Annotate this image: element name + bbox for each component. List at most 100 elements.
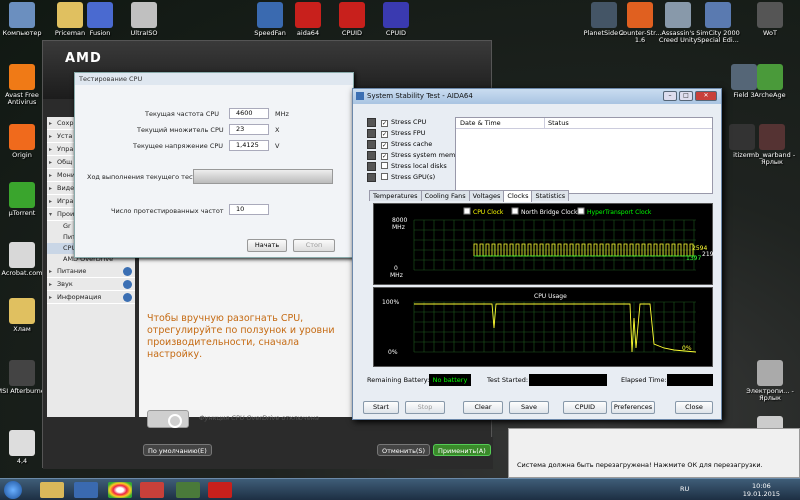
language-indicator[interactable]: RU — [680, 485, 689, 493]
aida-taskbar-icon[interactable] — [208, 482, 232, 498]
amd-taskbar-icon[interactable] — [140, 482, 164, 498]
maximize-icon[interactable]: □ — [679, 91, 693, 101]
explorer-taskbar-icon[interactable] — [40, 482, 64, 498]
stress-option[interactable]: Stress local disks — [381, 162, 447, 172]
overdrive-toggle[interactable] — [147, 410, 189, 428]
tab-cooling-fans[interactable]: Cooling Fans — [420, 190, 470, 201]
tab-statistics[interactable]: Statistics — [531, 190, 570, 201]
stress-option-label: Stress local disks — [391, 162, 447, 170]
desktop-shortcut[interactable]: mb_warband - Ярлык — [746, 124, 798, 166]
elapsed-time-value — [667, 374, 713, 386]
stress-option[interactable]: ✓ Stress CPU — [381, 118, 426, 128]
tab-voltages[interactable]: Voltages — [468, 190, 505, 201]
expand-arrow-icon: ▸ — [49, 146, 53, 153]
aida-title: System Stability Test - AIDA64 — [367, 92, 473, 100]
desktop-shortcut-icon — [665, 2, 691, 28]
clock-readout: 2195 — [702, 251, 714, 258]
desktop-shortcut-icon — [9, 2, 35, 28]
graph-tabs: Temperatures Cooling Fans Voltages Clocks St… — [369, 190, 570, 202]
checkbox[interactable]: ✓ — [381, 153, 388, 160]
sidebar-item-label: Уста — [57, 132, 73, 140]
remaining-battery-label: Remaining Battery: — [367, 376, 430, 384]
checkbox[interactable] — [381, 162, 388, 169]
legend-label: North Bridge Clock — [521, 209, 578, 216]
overclock-notice: Чтобы вручную разогнать CPU, отрегулируй… — [147, 313, 335, 360]
desktop-shortcut[interactable]: Avast Free Antivirus — [0, 64, 48, 106]
start-test-button[interactable]: Начать — [247, 239, 287, 252]
aida-cpuid-button[interactable]: CPUID — [563, 401, 607, 414]
tab-temperatures[interactable]: Temperatures — [369, 190, 422, 201]
aida-preferences-button[interactable]: Preferences — [611, 401, 655, 414]
desktop-shortcut[interactable]: Хлам — [0, 298, 48, 333]
desktop-shortcut[interactable]: WoT — [744, 2, 796, 37]
aida-save-button[interactable]: Save — [509, 401, 549, 414]
overdrive-status-text: Функция CPU OverDrive отключена — [199, 414, 319, 422]
desktop-icon-label: MSI Afterburner — [0, 387, 48, 395]
desktop-shortcut-icon — [9, 64, 35, 90]
start-button[interactable] — [4, 481, 22, 499]
media-taskbar-icon[interactable] — [74, 482, 98, 498]
desktop-shortcut[interactable]: ArcheAge — [744, 64, 796, 99]
desktop-shortcut[interactable]: Компьютер — [0, 2, 48, 37]
expand-arrow-icon: ▸ — [49, 281, 53, 288]
desktop-shortcut-icon — [131, 2, 157, 28]
chrome-taskbar-icon[interactable] — [108, 482, 132, 498]
aida-clear-button[interactable]: Clear — [463, 401, 503, 414]
sidebar-item[interactable]: ▸ Звук — [47, 278, 135, 291]
desktop-icon-label: UltraISO — [130, 29, 158, 37]
reboot-message: Система должна быть перезагружена! Нажми… — [517, 461, 763, 469]
desktop-icon-label: ArcheAge — [754, 91, 786, 99]
test-started-label: Test Started: — [487, 376, 529, 384]
sidebar-item[interactable]: ▸ Информация — [47, 291, 135, 304]
stress-option-label: Stress GPU(s) — [391, 173, 436, 181]
desktop-shortcut-icon — [757, 2, 783, 28]
checkbox[interactable]: ✓ — [381, 131, 388, 138]
desktop-shortcut[interactable]: 4,4 — [0, 430, 48, 465]
desktop-icon-label: WoT — [763, 29, 777, 37]
desktop-icon-label: SimCity 2000 Special Edi... — [696, 29, 740, 44]
desktop-shortcut[interactable]: Acrobat.com — [0, 242, 48, 277]
mult-label: Текущий множитель CPU — [137, 126, 224, 134]
discard-button[interactable]: Отменить(S) — [377, 444, 431, 456]
stress-option-label: Stress CPU — [391, 118, 427, 126]
desktop-shortcut-icon — [9, 182, 35, 208]
stress-option[interactable]: ✓ Stress cache — [381, 140, 432, 150]
checkbox[interactable]: ✓ — [381, 142, 388, 149]
expand-arrow-icon: ▸ — [49, 268, 53, 275]
desktop-shortcut[interactable]: Электропи... - Ярлык — [744, 360, 796, 402]
desktop-icon-label: Хлам — [13, 325, 31, 333]
desktop-shortcut-icon — [9, 124, 35, 150]
checkbox[interactable]: ✓ — [381, 120, 388, 127]
test-progress-bar — [193, 169, 333, 184]
reboot-popup: Система должна быть перезагружена! Нажми… — [508, 428, 800, 478]
aida-start-button[interactable]: Start — [363, 401, 399, 414]
desktop-shortcut[interactable]: µTorrent — [0, 182, 48, 217]
tab-clocks[interactable]: Clocks — [503, 190, 533, 202]
sidebar-item[interactable]: ▸ Питание — [47, 265, 135, 278]
stress-device-icon — [367, 129, 376, 138]
desktop-shortcut[interactable]: MSI Afterburner — [0, 360, 48, 395]
default-button[interactable]: По умолчанию(Е) — [143, 444, 212, 456]
desktop-shortcut[interactable]: UltraISO — [118, 2, 170, 37]
stop-test-button[interactable]: Стоп — [293, 239, 335, 252]
monitor-taskbar-icon[interactable] — [176, 482, 200, 498]
desktop-shortcut[interactable]: CPUID — [370, 2, 422, 37]
minimize-icon[interactable]: – — [663, 91, 677, 101]
stress-option[interactable]: Stress GPU(s) — [381, 173, 435, 183]
checkbox[interactable] — [381, 173, 388, 180]
clock[interactable]: 10:06 19.01.2015 — [743, 482, 780, 498]
aida-app-icon — [356, 92, 364, 100]
usage-axis-label: 100% — [382, 299, 399, 306]
aida-close-button[interactable]: Close — [675, 401, 713, 414]
desktop-shortcut[interactable]: Origin — [0, 124, 48, 159]
stress-option[interactable]: ✓ Stress FPU — [381, 129, 425, 139]
stress-option[interactable]: ✓ Stress system memory — [381, 151, 466, 161]
close-icon[interactable]: ✕ — [695, 91, 717, 101]
desktop-icon-label: Avast Free Antivirus — [5, 91, 39, 106]
desktop-shortcut[interactable]: SimCity 2000 Special Edi... — [692, 2, 744, 44]
test-started-value — [529, 374, 607, 386]
aida-stop-button[interactable]: Stop — [405, 401, 445, 414]
apply-button[interactable]: Применить(А) — [433, 444, 491, 456]
desktop-shortcut-icon — [759, 124, 785, 150]
sidebar-item-label: Сохр — [57, 119, 74, 127]
